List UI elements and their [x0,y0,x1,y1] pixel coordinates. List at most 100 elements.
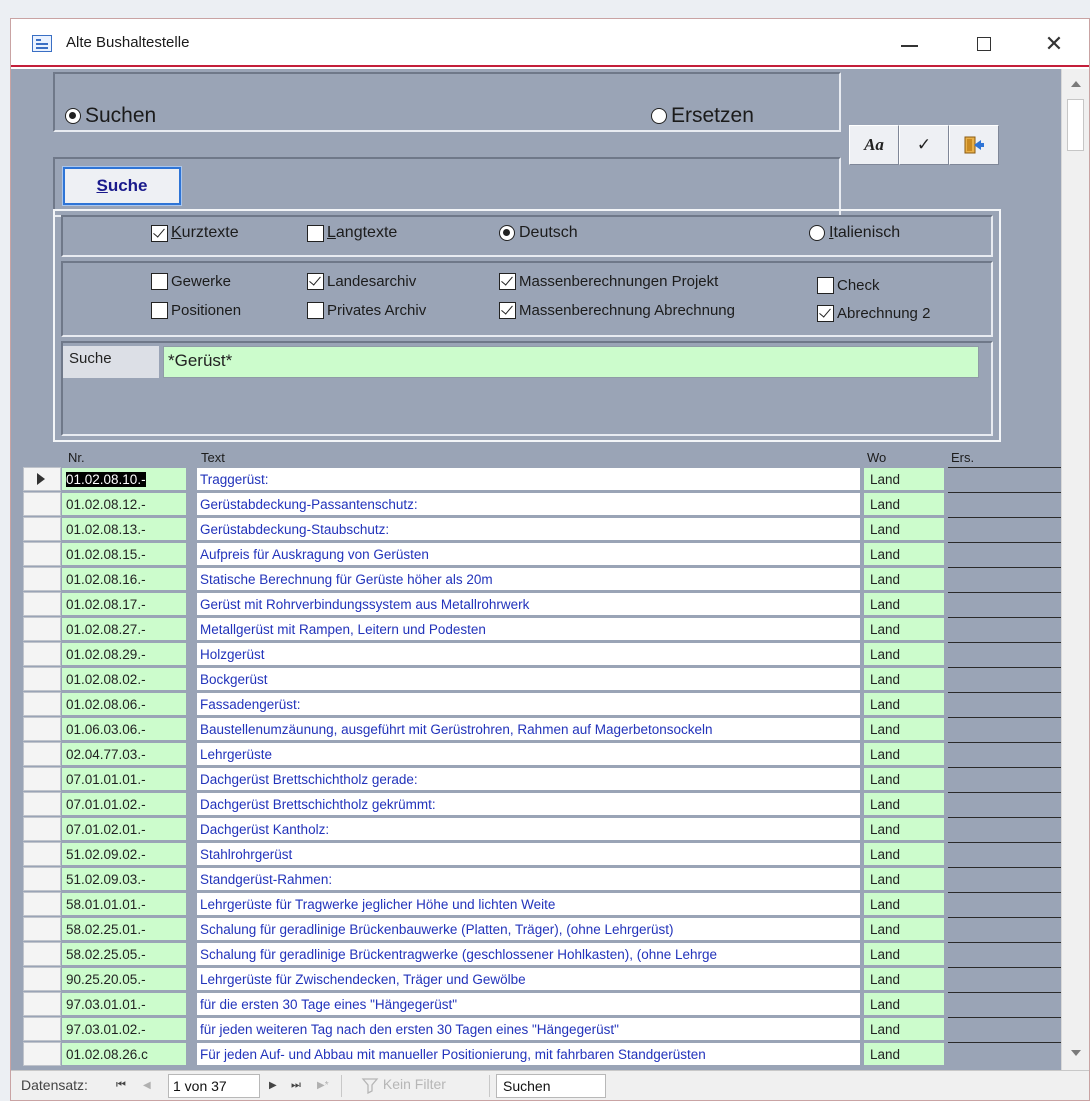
cell-wo[interactable]: Land [863,717,945,741]
cell-nr[interactable]: 51.02.09.03.- [61,867,187,891]
next-record-icon[interactable]: ▶ [269,1080,277,1091]
record-selector[interactable] [23,467,61,491]
cell-ers[interactable] [948,492,1061,516]
table-row[interactable]: 58.02.25.01.- Schalung für geradlinige Br… [11,917,1061,941]
cell-wo[interactable]: Land [863,542,945,566]
table-row[interactable]: 07.01.01.01.- Dachgerüst Brettschichtholz… [11,767,1061,791]
cell-nr[interactable]: 02.04.77.03.- [61,742,187,766]
cell-ers[interactable] [948,1042,1061,1066]
first-record-icon[interactable]: ⏮ [116,1079,126,1092]
cell-nr[interactable]: 90.25.20.05.- [61,967,187,991]
cell-text[interactable]: Dachgerüst Kantholz: [196,817,861,841]
cell-nr[interactable]: 58.01.01.01.- [61,892,187,916]
record-selector[interactable] [23,792,61,816]
cell-text[interactable]: für jeden weiteren Tag nach den ersten 3… [196,1017,861,1041]
cell-nr[interactable]: 58.02.25.01.- [61,917,187,941]
cell-ers[interactable] [948,667,1061,691]
record-selector[interactable] [23,592,61,616]
cell-text[interactable]: Baustellenumzäunung, ausgeführt mit Gerü… [196,717,861,741]
scroll-down-icon[interactable] [1071,1050,1081,1056]
cell-nr[interactable]: 51.02.09.02.- [61,842,187,866]
cell-nr[interactable]: 01.02.08.13.- [61,517,187,541]
cell-wo[interactable]: Land [863,817,945,841]
confirm-button[interactable]: ✓ [899,125,949,165]
cell-nr[interactable]: 01.02.08.10.- [61,467,187,491]
cell-ers[interactable] [948,517,1061,541]
replace-mode-radio[interactable]: Ersetzen [651,104,754,128]
cell-nr[interactable]: 01.02.08.02.- [61,667,187,691]
record-selector[interactable] [23,967,61,991]
cell-wo[interactable]: Land [863,567,945,591]
cell-wo[interactable]: Land [863,642,945,666]
record-selector[interactable] [23,767,61,791]
table-row[interactable]: 01.02.08.13.- Gerüstabdeckung-Staubschutz… [11,517,1061,541]
cell-wo[interactable]: Land [863,917,945,941]
cell-text[interactable]: Schalung für geradlinige Brückenbauwerke… [196,917,861,941]
table-row[interactable]: 02.04.77.03.- Lehrgerüste Land [11,742,1061,766]
cell-ers[interactable] [948,692,1061,716]
table-row[interactable]: 97.03.01.02.- für jeden weiteren Tag nach… [11,1017,1061,1041]
cell-ers[interactable] [948,967,1061,991]
cell-text[interactable]: Schalung für geradlinige Brückentragwerk… [196,942,861,966]
langtexte-checkbox[interactable]: Langtexte [307,224,397,242]
navigation-search-input[interactable]: Suchen [496,1074,606,1098]
kurztexte-checkbox[interactable]: Kurztexte [151,224,239,242]
cell-ers[interactable] [948,917,1061,941]
cell-ers[interactable] [948,567,1061,591]
record-position-field[interactable]: 1 von 37 [168,1074,260,1098]
cell-text[interactable]: Gerüstabdeckung-Staubschutz: [196,517,861,541]
record-selector[interactable] [23,517,61,541]
cell-ers[interactable] [948,592,1061,616]
table-row[interactable]: 01.02.08.16.- Statische Berechnung für Ge… [11,567,1061,591]
table-row[interactable]: 01.02.08.17.- Gerüst mit Rohrverbindungss… [11,592,1061,616]
cell-text[interactable]: Lehrgerüste für Tragwerke jeglicher Höhe… [196,892,861,916]
table-row[interactable]: 01.02.08.27.- Metallgerüst mit Rampen, Le… [11,617,1061,641]
cell-wo[interactable]: Land [863,492,945,516]
cell-wo[interactable]: Land [863,892,945,916]
massenberechnungen-projekt-checkbox[interactable]: Massenberechnungen Projekt [499,273,718,290]
cell-text[interactable]: Traggerüst: [196,467,861,491]
cell-text[interactable]: Gerüstabdeckung-Passantenschutz: [196,492,861,516]
table-row[interactable]: 01.02.08.06.- Fassadengerüst: Land [11,692,1061,716]
cell-text[interactable]: Standgerüst-Rahmen: [196,867,861,891]
italienisch-radio[interactable]: Italienisch [809,224,900,242]
vertical-scrollbar[interactable] [1061,69,1089,1070]
cell-text[interactable]: Lehrgerüste für Zwischendecken, Träger u… [196,967,861,991]
table-row[interactable]: 01.02.08.02.- Bockgerüst Land [11,667,1061,691]
table-row[interactable]: 58.02.25.05.- Schalung für geradlinige Br… [11,942,1061,966]
previous-record-icon[interactable]: ◀ [143,1080,151,1091]
cell-nr[interactable]: 01.02.08.15.- [61,542,187,566]
cell-nr[interactable]: 01.02.08.26.c [61,1042,187,1066]
cell-wo[interactable]: Land [863,867,945,891]
cell-ers[interactable] [948,717,1061,741]
cell-ers[interactable] [948,617,1061,641]
cell-wo[interactable]: Land [863,767,945,791]
cell-text[interactable]: Holzgerüst [196,642,861,666]
table-row[interactable]: 97.03.01.01.- für die ersten 30 Tage eine… [11,992,1061,1016]
cell-nr[interactable]: 01.02.08.16.- [61,567,187,591]
scroll-up-icon[interactable] [1071,81,1081,87]
cell-text[interactable]: Stahlrohrgerüst [196,842,861,866]
cell-wo[interactable]: Land [863,617,945,641]
record-selector[interactable] [23,842,61,866]
record-selector[interactable] [23,942,61,966]
cell-ers[interactable] [948,817,1061,841]
cell-text[interactable]: Metallgerüst mit Rampen, Leitern und Pod… [196,617,861,641]
search-input[interactable]: *Gerüst* [163,346,979,378]
cell-wo[interactable]: Land [863,792,945,816]
cell-ers[interactable] [948,742,1061,766]
gewerke-checkbox[interactable]: Gewerke [151,273,231,290]
cell-wo[interactable]: Land [863,692,945,716]
cell-wo[interactable]: Land [863,592,945,616]
cell-text[interactable]: Statische Berechnung für Gerüste höher a… [196,567,861,591]
record-selector[interactable] [23,867,61,891]
cell-nr[interactable]: 01.02.08.12.- [61,492,187,516]
cell-nr[interactable]: 97.03.01.02.- [61,1017,187,1041]
search-button[interactable]: Suche [62,166,182,206]
filter-toggle[interactable]: Kein Filter [361,1076,446,1095]
cell-wo[interactable]: Land [863,467,945,491]
cell-nr[interactable]: 97.03.01.01.- [61,992,187,1016]
record-selector[interactable] [23,617,61,641]
cell-wo[interactable]: Land [863,1017,945,1041]
cell-ers[interactable] [948,842,1061,866]
